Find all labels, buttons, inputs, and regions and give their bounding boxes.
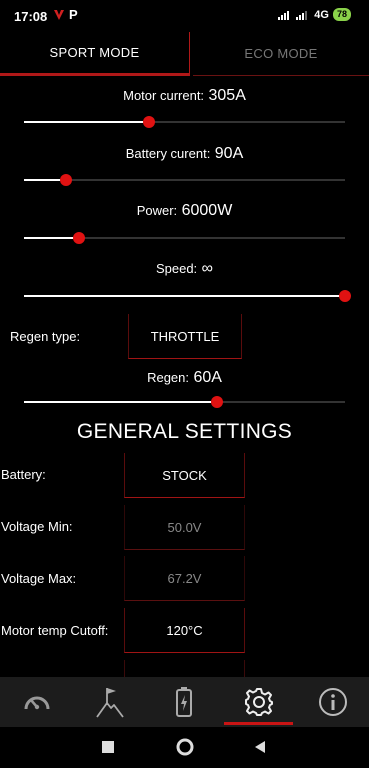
tab-eco-mode[interactable]: ECO MODE (193, 32, 369, 76)
power-slider[interactable] (24, 228, 345, 248)
network-type: 4G (314, 8, 329, 21)
status-bar: 17:08 P 4G 78 (0, 0, 369, 32)
speed-slider[interactable] (24, 286, 351, 306)
clock: 17:08 (14, 9, 48, 24)
mountain-flag-icon (95, 688, 124, 718)
voltage-min-label: Voltage Min: (1, 519, 73, 534)
regen-label: Regen: 60A (147, 369, 222, 386)
voltage-max-label: Voltage Max: (1, 571, 77, 586)
tab-sport-mode[interactable]: SPORT MODE (0, 32, 190, 76)
system-navigation-bar (0, 727, 369, 768)
slider-thumb[interactable] (339, 290, 351, 302)
speed-value: ∞ (201, 260, 214, 277)
battery-current-label: Battery curent: 90A (125, 145, 244, 162)
speedometer-icon (24, 696, 49, 710)
parking-notification-icon: P (69, 7, 78, 22)
recents-icon[interactable] (101, 740, 115, 754)
regen-slider[interactable] (24, 392, 345, 412)
status-indicators: 4G 78 (278, 8, 351, 21)
slider-thumb[interactable] (59, 174, 72, 186)
info-icon (318, 688, 347, 716)
battery-setting-label: Battery: (1, 467, 46, 482)
power-value: 6000W (181, 202, 233, 219)
slider-thumb[interactable] (143, 116, 156, 128)
nav-info[interactable] (296, 677, 369, 727)
nav-settings[interactable] (222, 677, 295, 727)
regen-value: 60A (193, 369, 222, 386)
nav-speedometer[interactable] (0, 677, 73, 727)
bottom-navigation (0, 677, 369, 727)
home-icon[interactable] (175, 737, 195, 757)
general-settings-heading: GENERAL SETTINGS (76, 420, 293, 443)
gear-icon (244, 688, 273, 716)
slider-thumb[interactable] (210, 396, 223, 408)
motor-current-value: 305A (208, 87, 246, 104)
signal-icon (278, 10, 290, 20)
next-setting-partial (124, 660, 245, 677)
voltage-max-field[interactable]: 67.2V (124, 556, 245, 601)
regen-type-button[interactable]: THROTTLE (128, 314, 242, 359)
mode-tabs: SPORT MODE ECO MODE (0, 32, 369, 76)
power-label: Power: 6000W (136, 202, 233, 219)
signal-icon-2 (296, 10, 308, 20)
battery-current-value: 90A (214, 145, 244, 162)
battery-current-slider[interactable] (24, 170, 345, 190)
slider-thumb[interactable] (72, 232, 85, 244)
nav-battery[interactable] (147, 677, 220, 727)
motor-temp-cutoff-label: Motor temp Cutoff: (1, 623, 109, 638)
back-icon[interactable] (253, 740, 267, 754)
battery-type-button[interactable]: STOCK (124, 453, 245, 498)
motor-temp-cutoff-button[interactable]: 120°C (124, 608, 245, 653)
voltage-min-field[interactable]: 50.0V (124, 505, 245, 550)
motor-current-label: Motor current: 305A (123, 87, 246, 104)
speed-label: Speed: ∞ (155, 260, 214, 277)
app-notification-icon (54, 10, 64, 20)
motor-current-slider[interactable] (24, 112, 345, 132)
regen-type-label: Regen type: (10, 329, 81, 344)
battery-charging-icon (175, 687, 192, 717)
battery-level: 78 (332, 8, 351, 21)
nav-terrain[interactable] (73, 677, 146, 727)
